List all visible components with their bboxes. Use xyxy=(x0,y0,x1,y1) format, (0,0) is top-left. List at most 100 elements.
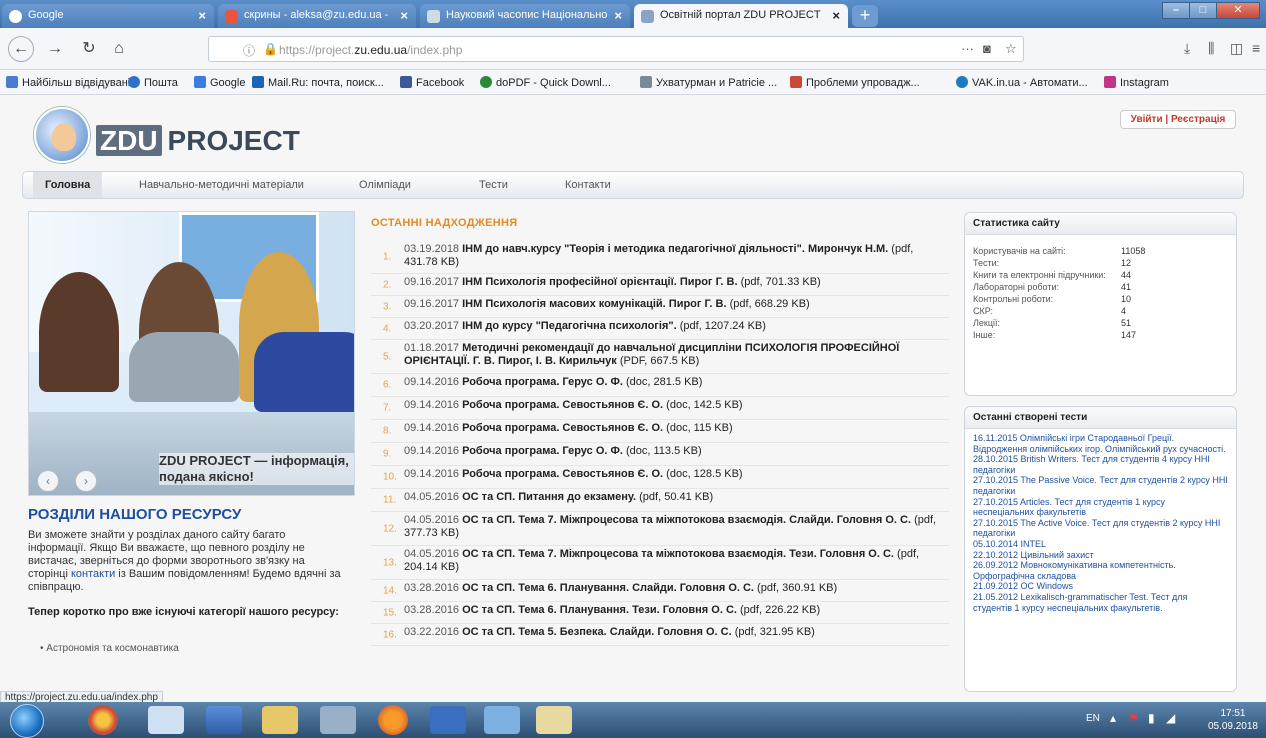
close-window-button[interactable]: ✕ xyxy=(1216,2,1260,19)
folder-icon[interactable] xyxy=(262,706,298,734)
bookmark-item[interactable]: Пошта xyxy=(128,76,178,89)
logo-text: ZDU PROJECT xyxy=(96,125,300,157)
sidebar-icon[interactable]: ◫ xyxy=(1230,40,1243,57)
app-icon[interactable] xyxy=(484,706,520,734)
latest-uploads-title: ОСТАННІ НАДХОДЖЕННЯ xyxy=(371,217,518,229)
download-icon[interactable]: ⤓ xyxy=(1184,40,1190,57)
chrome-icon[interactable] xyxy=(88,705,118,735)
bookmark-item[interactable]: doPDF - Quick Downl... xyxy=(480,76,611,89)
test-link[interactable]: 27.10.2015 The Passive Voice. Тест для с… xyxy=(973,475,1228,496)
bookmark-item[interactable]: Instagram xyxy=(1104,76,1169,89)
minimize-button[interactable]: – xyxy=(1162,2,1190,19)
tray-arrow-icon[interactable]: ▴ xyxy=(1110,711,1116,725)
info-icon[interactable]: ⓘ xyxy=(243,42,255,59)
bookmark-item[interactable]: Проблеми упровадж... xyxy=(790,76,920,89)
nav-materials[interactable]: Навчально-методичні матеріали xyxy=(127,172,316,198)
explorer-icon[interactable] xyxy=(148,706,184,734)
menu-icon[interactable]: ≡ xyxy=(1252,40,1260,56)
app-icon[interactable] xyxy=(536,706,572,734)
list-item[interactable]: 13. 04.05.2016 ОС та СП. Тема 7. Міжпроце… xyxy=(371,546,949,580)
list-item[interactable]: 3. 09.16.2017 ІНМ Психологія масових кому… xyxy=(371,296,949,318)
list-item[interactable]: 4. 03.20.2017 ІНМ до курсу "Педагогічна п… xyxy=(371,318,949,340)
tab-mail[interactable]: скрины - aleksa@zu.edu.ua - × xyxy=(218,4,416,28)
forward-arrow-icon[interactable]: → xyxy=(44,38,66,60)
firefox-icon[interactable] xyxy=(378,705,408,735)
close-icon[interactable]: × xyxy=(614,8,622,23)
list-item[interactable]: 16. 03.22.2016 ОС та СП. Тема 5. Безпека.… xyxy=(371,624,949,646)
bookmark-item[interactable]: Google xyxy=(194,76,245,89)
facebook-icon xyxy=(400,76,412,88)
tab-google[interactable]: Google × xyxy=(2,4,214,28)
test-link[interactable]: 05.10.2014 INTEL xyxy=(973,539,1228,550)
word-icon[interactable] xyxy=(206,706,242,734)
pocket-icon[interactable]: ◙ xyxy=(983,41,991,56)
nav-home[interactable]: Головна xyxy=(33,172,103,198)
test-link[interactable]: 27.10.2015 Articles. Тест для студентів … xyxy=(973,497,1228,518)
list-item[interactable]: 2. 09.16.2017 ІНМ Психологія професійної … xyxy=(371,274,949,296)
nav-olympiads[interactable]: Олімпіади xyxy=(347,172,423,198)
maximize-button[interactable]: □ xyxy=(1189,2,1217,19)
test-link[interactable]: 21.09.2012 ОС Windows xyxy=(973,581,1228,592)
test-link[interactable]: 28.10.2015 British Writers. Тест для сту… xyxy=(973,454,1228,475)
bookmark-item[interactable]: VAK.in.ua - Автомати... xyxy=(956,76,1088,89)
test-link[interactable]: 27.10.2015 The Active Voice. Тест для ст… xyxy=(973,518,1228,539)
list-item[interactable]: 9. 09.14.2016 Робоча програма. Герус О. Ф… xyxy=(371,443,949,466)
bookmark-item[interactable]: Mail.Ru: почта, поиск... xyxy=(252,76,384,89)
list-item[interactable]: 11. 04.05.2016 ОС та СП. Питання до екзам… xyxy=(371,489,949,512)
list-item[interactable]: 10. 09.14.2016 Робоча програма. Севостьян… xyxy=(371,466,949,489)
list-item[interactable]: 5. 01.18.2017 Методичні рекомендації до н… xyxy=(371,340,949,374)
volume-icon[interactable]: ◢ xyxy=(1166,711,1175,725)
close-icon[interactable]: × xyxy=(832,8,840,23)
list-item[interactable]: 12. 04.05.2016 ОС та СП. Тема 7. Міжпроце… xyxy=(371,512,949,546)
network-icon[interactable]: ▮ xyxy=(1148,711,1155,725)
sections-title: РОЗДІЛИ НАШОГО РЕСУРСУ xyxy=(28,506,242,523)
tab-journal[interactable]: Науковий часопис Національно × xyxy=(420,4,630,28)
save-icon[interactable] xyxy=(430,706,466,734)
category-item[interactable]: • Астрономія та космонавтика xyxy=(40,643,179,654)
student-photo xyxy=(39,272,119,392)
bookmark-star-icon[interactable]: ☆ xyxy=(1005,41,1017,57)
language-indicator[interactable]: EN xyxy=(1086,713,1100,724)
start-button[interactable] xyxy=(10,704,44,738)
bookmark-item[interactable]: Ухватурман и Patricie ... xyxy=(640,76,777,89)
reload-icon[interactable]: ↻ xyxy=(78,38,100,60)
list-item[interactable]: 1. 03.19.2018 ІНМ до навч.курсу "Теорія і… xyxy=(371,241,949,274)
globe-icon xyxy=(128,76,140,88)
stat-row: СКР: 4 xyxy=(973,306,1127,316)
tab-zdu-project[interactable]: Освітній портал ZDU PROJECT × xyxy=(634,4,848,28)
slider-next-icon[interactable]: › xyxy=(75,470,97,492)
back-arrow-icon[interactable]: ← xyxy=(8,36,34,62)
bookmark-item[interactable]: Найбільш відвідувані xyxy=(6,76,130,89)
list-item[interactable]: 8. 09.14.2016 Робоча програма. Севостьяно… xyxy=(371,420,949,443)
close-icon[interactable]: × xyxy=(400,8,408,23)
list-item[interactable]: 6. 09.14.2016 Робоча програма. Герус О. Ф… xyxy=(371,374,949,397)
login-register-link[interactable]: Увійти | Реєстрація xyxy=(1120,110,1236,129)
test-link[interactable]: 22.10.2012 Цивільний захист xyxy=(973,550,1228,561)
globe-icon xyxy=(480,76,492,88)
close-icon[interactable]: × xyxy=(198,8,206,23)
contacts-link[interactable]: контакти xyxy=(71,568,115,580)
list-item[interactable]: 15. 03.28.2016 ОС та СП. Тема 6. Плануван… xyxy=(371,602,949,624)
test-link[interactable]: 21.05.2012 Lexikalisch-grammatischer Tes… xyxy=(973,592,1228,613)
home-icon[interactable]: ⌂ xyxy=(108,38,130,60)
slider-prev-icon[interactable]: ‹ xyxy=(37,470,59,492)
nav-tests[interactable]: Тести xyxy=(467,172,520,198)
lock-icon: 🔒 xyxy=(263,42,278,56)
web-page: ZDU PROJECT Увійти | Реєстрація Головна Н… xyxy=(0,95,1266,702)
bookmark-item[interactable]: Facebook xyxy=(400,76,464,89)
page-actions-icon[interactable]: ··· xyxy=(961,41,974,56)
app-icon[interactable] xyxy=(320,706,356,734)
flag-icon[interactable]: ⚑ xyxy=(1128,711,1139,725)
new-tab-button[interactable]: + xyxy=(852,5,878,27)
nav-contacts[interactable]: Контакти xyxy=(553,172,623,198)
address-bar[interactable]: ⓘ 🔒 https://project.zu.edu.ua/index.php … xyxy=(208,36,1024,62)
list-item[interactable]: 14. 03.28.2016 ОС та СП. Тема 6. Плануван… xyxy=(371,580,949,602)
tab-title: Освітній портал ZDU PROJECT xyxy=(660,9,821,21)
system-tray: EN ▴ ⚑ ▮ ◢ 17:51 05.09.2018 xyxy=(1066,702,1266,738)
image-slider: ZDU PROJECT — інформація, подана якісно!… xyxy=(28,211,355,496)
clock[interactable]: 17:51 05.09.2018 xyxy=(1208,707,1258,733)
test-link[interactable]: 16.11.2015 Олімпійські ігри Стародавньої… xyxy=(973,433,1228,454)
list-item[interactable]: 7. 09.14.2016 Робоча програма. Севостьяно… xyxy=(371,397,949,420)
library-icon[interactable]: ⫼ xyxy=(1208,40,1214,57)
test-link[interactable]: 26.09.2012 Мовнокомунікативна компетентн… xyxy=(973,560,1228,581)
